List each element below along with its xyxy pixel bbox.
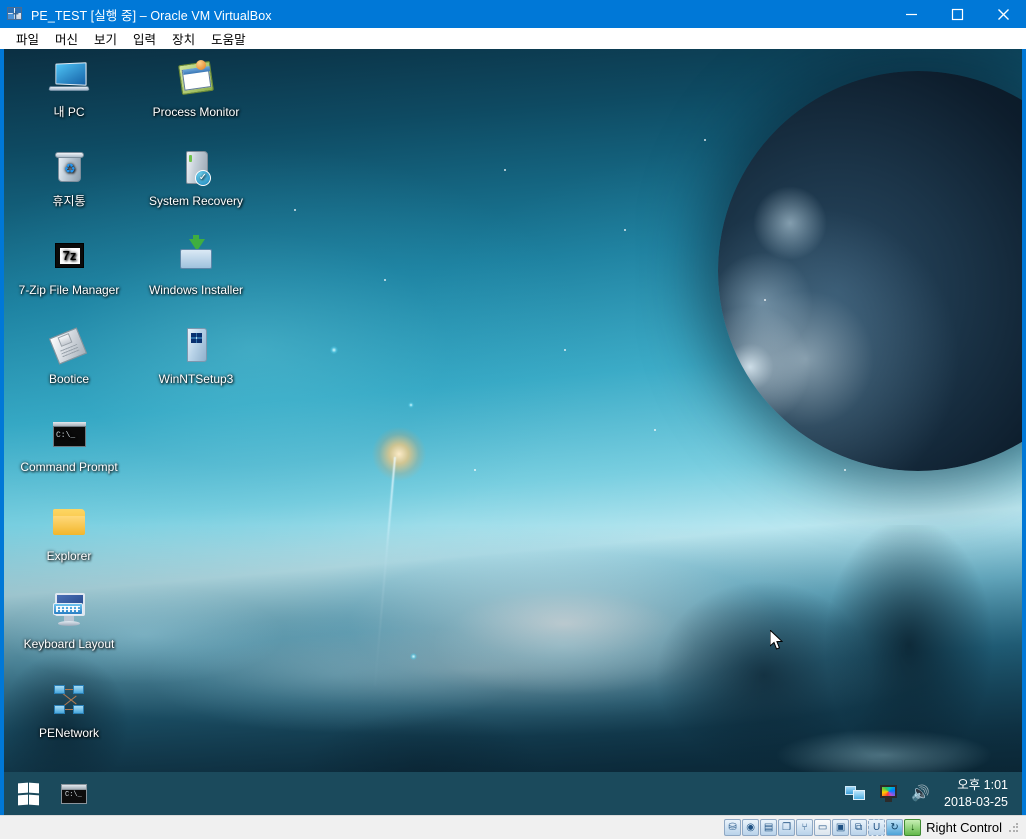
recycle-bin-icon: ♻ bbox=[45, 144, 93, 192]
winntsetup-icon bbox=[172, 322, 220, 370]
clock-time: 오후 1:01 bbox=[957, 777, 1008, 792]
desktop-icon-bootice[interactable]: Bootice bbox=[6, 322, 132, 386]
windows-logo-icon bbox=[17, 782, 39, 805]
star bbox=[294, 209, 296, 211]
keyboard-layout-icon bbox=[45, 587, 93, 635]
windows-start-button[interactable] bbox=[4, 772, 52, 815]
penetwork-icon bbox=[45, 676, 93, 724]
hard-disk-icon[interactable]: ⛁ bbox=[724, 819, 742, 836]
window-title: PE_TEST [실행 중] – Oracle VM VirtualBox bbox=[31, 8, 272, 23]
shared-folder-icon[interactable]: ▭ bbox=[814, 819, 832, 836]
guest-additions-icon[interactable]: ↓ bbox=[904, 819, 922, 836]
taskbar-clock[interactable]: 오후 1:01 2018-03-25 bbox=[944, 777, 1022, 811]
star bbox=[474, 469, 476, 471]
desktop-icon-explorer[interactable]: Explorer bbox=[6, 499, 132, 563]
close-button[interactable] bbox=[980, 0, 1026, 28]
recording-icon[interactable]: ⧉ bbox=[850, 819, 868, 836]
clock-date: 2018-03-25 bbox=[944, 794, 1008, 809]
vm-screen-frame: 내 PC Process Monitor ♻ 휴지통 ✓ System Reco… bbox=[0, 49, 1026, 815]
host-key-label: Right Control bbox=[926, 820, 1002, 835]
star-glow bbox=[408, 402, 414, 408]
desktop-icon-system-recovery[interactable]: ✓ System Recovery bbox=[133, 144, 259, 208]
desktop-icon-label: Bootice bbox=[48, 372, 90, 386]
star bbox=[844, 469, 846, 471]
star bbox=[654, 429, 656, 431]
desktop-icon-label: Command Prompt bbox=[20, 460, 118, 474]
taskbar-item-command-prompt[interactable]: C:\_ bbox=[52, 772, 96, 815]
optical-disk-icon[interactable]: ◉ bbox=[742, 819, 760, 836]
desktop-icon-7zip-file-manager[interactable]: 7z 7-Zip File Manager bbox=[6, 233, 132, 297]
cpu-icon[interactable]: U bbox=[868, 819, 886, 836]
explorer-folder-icon bbox=[45, 499, 93, 547]
menu-item-view[interactable]: 보기 bbox=[86, 28, 125, 50]
star bbox=[384, 279, 386, 281]
bootice-icon bbox=[45, 322, 93, 370]
star bbox=[704, 139, 706, 141]
desktop-icon-label: 휴지통 bbox=[52, 194, 86, 208]
virtualbox-statusbar: ⛁ ◉ ▤ ❐ ⑂ ▭ ▣ ⧉ U ↻ ↓ Right Control bbox=[0, 815, 1026, 839]
star bbox=[504, 169, 506, 171]
desktop-icon-winntsetup3[interactable]: WinNTSetup3 bbox=[133, 322, 259, 386]
desktop-icon-windows-installer[interactable]: Windows Installer bbox=[133, 233, 259, 297]
virtualbox-icon: ✝ bbox=[7, 6, 23, 22]
menu-item-help[interactable]: 도움말 bbox=[203, 28, 254, 50]
desktop-icon-label: Explorer bbox=[46, 549, 92, 563]
sevenzip-icon: 7z bbox=[45, 233, 93, 281]
star bbox=[624, 229, 626, 231]
desktop-icon-label: Windows Installer bbox=[148, 283, 244, 297]
desktop-icon-process-monitor[interactable]: Process Monitor bbox=[133, 55, 259, 119]
menu-item-machine[interactable]: 머신 bbox=[47, 28, 86, 50]
menu-item-input[interactable]: 입력 bbox=[125, 28, 164, 50]
menu-item-file[interactable]: 파일 bbox=[8, 28, 47, 50]
virtualbox-window: ✝ PE_TEST [실행 중] – Oracle VM VirtualBox … bbox=[0, 0, 1026, 839]
usb-icon[interactable]: ⑂ bbox=[796, 819, 814, 836]
window-titlebar[interactable]: ✝ PE_TEST [실행 중] – Oracle VM VirtualBox bbox=[0, 0, 1026, 28]
minimize-button[interactable] bbox=[888, 0, 934, 28]
system-recovery-icon: ✓ bbox=[172, 144, 220, 192]
desktop-icon-label: Process Monitor bbox=[152, 105, 240, 119]
display-color-icon[interactable] bbox=[878, 783, 899, 804]
star-glow bbox=[330, 346, 338, 354]
desktop-icon-label: WinNTSetup3 bbox=[158, 372, 234, 386]
desktop-icon-label: PENetwork bbox=[38, 726, 100, 740]
star-glow bbox=[410, 653, 417, 660]
command-prompt-icon: C:\_ bbox=[45, 410, 93, 458]
display-icon[interactable]: ▣ bbox=[832, 819, 850, 836]
network-icon[interactable] bbox=[845, 783, 866, 804]
guest-desktop[interactable]: 내 PC Process Monitor ♻ 휴지통 ✓ System Reco… bbox=[4, 49, 1022, 815]
desktop-icon-my-pc[interactable]: 내 PC bbox=[6, 55, 132, 119]
computer-icon bbox=[45, 55, 93, 103]
floppy-disk-icon[interactable]: ▤ bbox=[760, 819, 778, 836]
desktop-icon-label: System Recovery bbox=[148, 194, 244, 208]
star bbox=[764, 299, 766, 301]
menu-item-devices[interactable]: 장치 bbox=[164, 28, 203, 50]
desktop-icon-label: 7-Zip File Manager bbox=[18, 283, 120, 297]
mouse-pointer bbox=[769, 628, 784, 656]
network-adapter-icon[interactable]: ❐ bbox=[778, 819, 796, 836]
desktop-icon-label: Keyboard Layout bbox=[23, 637, 115, 651]
desktop-icon-recycle-bin[interactable]: ♻ 휴지통 bbox=[6, 144, 132, 208]
menubar: 파일 머신 보기 입력 장치 도움말 bbox=[0, 28, 1026, 49]
planet-graphic bbox=[718, 71, 1022, 471]
windows-installer-icon bbox=[172, 233, 220, 281]
statusbar-device-icons: ⛁ ◉ ▤ ❐ ⑂ ▭ ▣ ⧉ U ↻ ↓ bbox=[724, 819, 922, 836]
remote-desktop-icon[interactable]: ↻ bbox=[886, 819, 904, 836]
process-monitor-icon bbox=[172, 55, 220, 103]
star bbox=[564, 349, 566, 351]
resize-grip[interactable] bbox=[1008, 821, 1020, 834]
windows-taskbar: C:\_ 🔊 오후 1:01 2018-03-25 bbox=[4, 772, 1022, 815]
desktop-icon-penetwork[interactable]: PENetwork bbox=[6, 676, 132, 740]
maximize-button[interactable] bbox=[934, 0, 980, 28]
desktop-icon-grid: 내 PC Process Monitor ♻ 휴지통 ✓ System Reco… bbox=[4, 49, 264, 749]
system-tray: 🔊 bbox=[845, 772, 944, 815]
volume-icon[interactable]: 🔊 bbox=[911, 783, 932, 804]
desktop-icon-command-prompt[interactable]: C:\_ Command Prompt bbox=[6, 410, 132, 474]
desktop-icon-label: 내 PC bbox=[53, 105, 85, 119]
desktop-icon-keyboard-layout[interactable]: Keyboard Layout bbox=[6, 587, 132, 651]
command-prompt-icon: C:\_ bbox=[61, 783, 87, 804]
